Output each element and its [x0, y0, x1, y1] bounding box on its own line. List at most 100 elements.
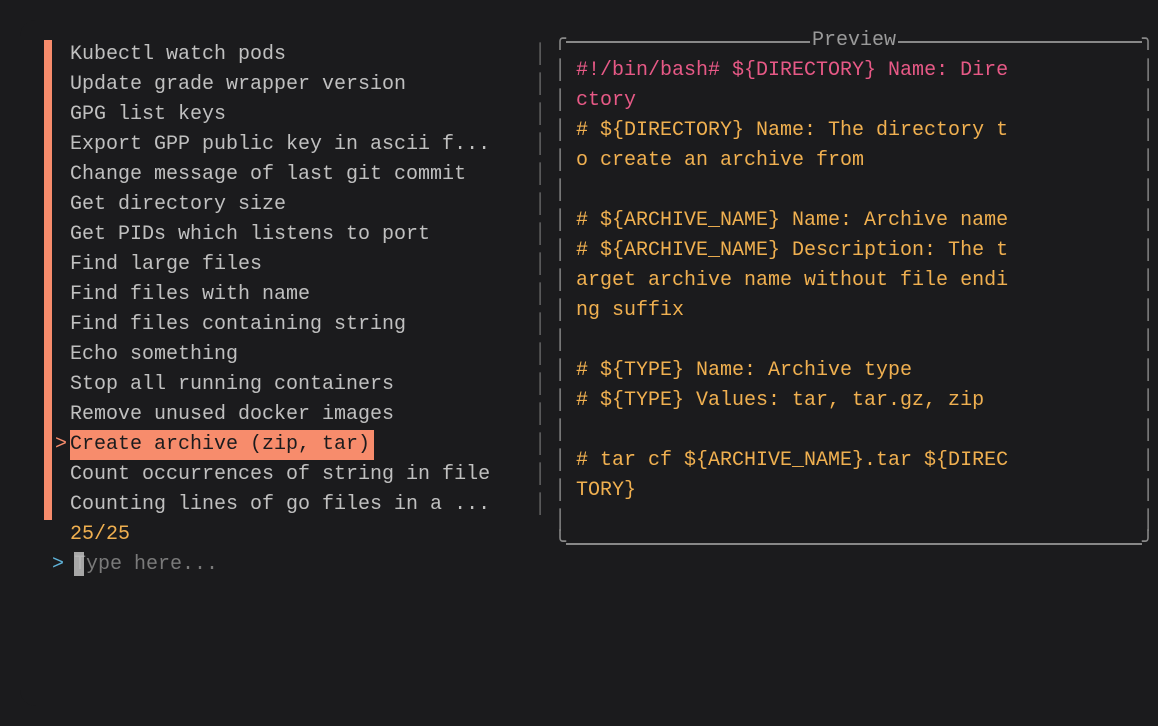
- preview-border-right: │: [1140, 176, 1154, 206]
- list-item[interactable]: Stop all running containers│: [44, 370, 554, 400]
- search-prompt[interactable]: > Type here...: [52, 550, 554, 580]
- marker-bar: [44, 160, 52, 190]
- column-divider: │: [526, 280, 554, 310]
- preview-line: │# ${ARCHIVE_NAME} Description: The t│: [554, 236, 1154, 266]
- list-item[interactable]: >Create archive (zip, tar) │: [44, 430, 554, 460]
- preview-line: │TORY}│: [554, 476, 1154, 506]
- list-item-label: Remove unused docker images: [70, 400, 394, 430]
- preview-border-right: │: [1140, 86, 1154, 116]
- preview-border-right: │: [1140, 206, 1154, 236]
- preview-text: #!/bin/bash# ${DIRECTORY} Name: Dire: [568, 56, 1140, 86]
- list-item-label: Create archive (zip, tar): [70, 430, 374, 460]
- preview-border-left: │: [554, 296, 568, 326]
- pointer-icon: >: [52, 430, 70, 460]
- list-item-label: Get directory size: [70, 190, 286, 220]
- list-item[interactable]: Count occurrences of string in file│: [44, 460, 554, 490]
- preview-border-left: │: [554, 266, 568, 296]
- preview-border-right: │: [1140, 56, 1154, 86]
- column-divider: │: [526, 160, 554, 190]
- preview-text: [568, 416, 1140, 446]
- list-item-label: Counting lines of go files in a ...: [70, 490, 490, 520]
- preview-border-right: │: [1140, 116, 1154, 146]
- preview-border-left: │: [554, 236, 568, 266]
- preview-border-left: │: [554, 386, 568, 416]
- preview-border-left: │: [554, 176, 568, 206]
- column-divider: │: [526, 250, 554, 280]
- list-item[interactable]: GPG list keys│: [44, 100, 554, 130]
- marker-bar: [44, 220, 52, 250]
- list-item-label: Get PIDs which listens to port: [70, 220, 430, 250]
- preview-text: # tar cf ${ARCHIVE_NAME}.tar ${DIREC: [568, 446, 1140, 476]
- column-divider: │: [526, 130, 554, 160]
- list-item[interactable]: Export GPP public key in ascii f...│: [44, 130, 554, 160]
- preview-border-right: │: [1140, 476, 1154, 506]
- search-input[interactable]: Type here...: [74, 550, 218, 580]
- marker-bar: [44, 310, 52, 340]
- preview-line: │ │: [554, 326, 1154, 356]
- preview-border-left: │: [554, 476, 568, 506]
- marker-bar: [44, 100, 52, 130]
- preview-text: TORY}: [568, 476, 1140, 506]
- list-item[interactable]: Echo something│: [44, 340, 554, 370]
- preview-border-right: │: [1140, 446, 1154, 476]
- list-item[interactable]: Update grade wrapper version │: [44, 70, 554, 100]
- list-item[interactable]: Kubectl watch pods│: [44, 40, 554, 70]
- preview-text: o create an archive from: [568, 146, 1140, 176]
- column-divider: │: [526, 370, 554, 400]
- preview-border-left: │: [554, 356, 568, 386]
- preview-border-right: │: [1140, 386, 1154, 416]
- main-content: Kubectl watch pods│Update grade wrapper …: [44, 40, 1154, 580]
- preview-line: │ │: [554, 416, 1154, 446]
- prompt-symbol: >: [52, 550, 64, 580]
- column-divider: │: [526, 310, 554, 340]
- preview-border-left: │: [554, 146, 568, 176]
- list-item[interactable]: Get directory size│: [44, 190, 554, 220]
- preview-border-right: │: [1140, 326, 1154, 356]
- marker-bar: [44, 190, 52, 220]
- preview-line: │o create an archive from│: [554, 146, 1154, 176]
- list-item-label: Update grade wrapper version: [70, 70, 406, 100]
- preview-border-right: │: [1140, 236, 1154, 266]
- preview-border-left: │: [554, 416, 568, 446]
- column-divider: │: [526, 220, 554, 250]
- preview-text: [568, 326, 1140, 356]
- marker-bar: [44, 40, 52, 70]
- list-item-label: Find large files: [70, 250, 262, 280]
- list-item[interactable]: Get PIDs which listens to port │: [44, 220, 554, 250]
- list-item[interactable]: Find large files │: [44, 250, 554, 280]
- preview-border-left: │: [554, 56, 568, 86]
- list-item[interactable]: Find files containing string│: [44, 310, 554, 340]
- preview-line: │ng suffix│: [554, 296, 1154, 326]
- list-item[interactable]: Find files with name │: [44, 280, 554, 310]
- column-divider: │: [526, 430, 554, 460]
- marker-bar: [44, 370, 52, 400]
- preview-text: # ${DIRECTORY} Name: The directory t: [568, 116, 1140, 146]
- placeholder-text: Type here...: [74, 553, 218, 576]
- preview-border-left: │: [554, 326, 568, 356]
- preview-border-right: │: [1140, 356, 1154, 386]
- preview-title: Preview: [810, 26, 898, 56]
- list-item-label: Change message of last git commit: [70, 160, 466, 190]
- preview-border-right: │: [1140, 296, 1154, 326]
- preview-bottom-border: ╰ ╯: [554, 536, 1154, 552]
- preview-text: ng suffix: [568, 296, 1140, 326]
- preview-header: ╭ Preview ╮: [554, 26, 1154, 56]
- list-item-label: Find files with name: [70, 280, 310, 310]
- preview-text: # ${ARCHIVE_NAME} Description: The t: [568, 236, 1140, 266]
- column-divider: │: [526, 70, 554, 100]
- list-item[interactable]: Change message of last git commit │: [44, 160, 554, 190]
- preview-border-left: │: [554, 446, 568, 476]
- preview-border-left: │: [554, 116, 568, 146]
- list-item[interactable]: Counting lines of go files in a ... │: [44, 490, 554, 520]
- marker-bar: [44, 130, 52, 160]
- preview-line: │ │: [554, 176, 1154, 206]
- marker-bar: [44, 490, 52, 520]
- preview-panel: ╭ Preview ╮ │#!/bin/bash# ${DIRECTORY} N…: [554, 40, 1154, 580]
- preview-border-right: │: [1140, 416, 1154, 446]
- column-divider: │: [526, 490, 554, 520]
- preview-line: │# ${TYPE} Values: tar, tar.gz, zip│: [554, 386, 1154, 416]
- preview-border-right: │: [1140, 146, 1154, 176]
- preview-line: │ctory│: [554, 86, 1154, 116]
- preview-text: [568, 506, 1140, 536]
- list-item[interactable]: Remove unused docker images│: [44, 400, 554, 430]
